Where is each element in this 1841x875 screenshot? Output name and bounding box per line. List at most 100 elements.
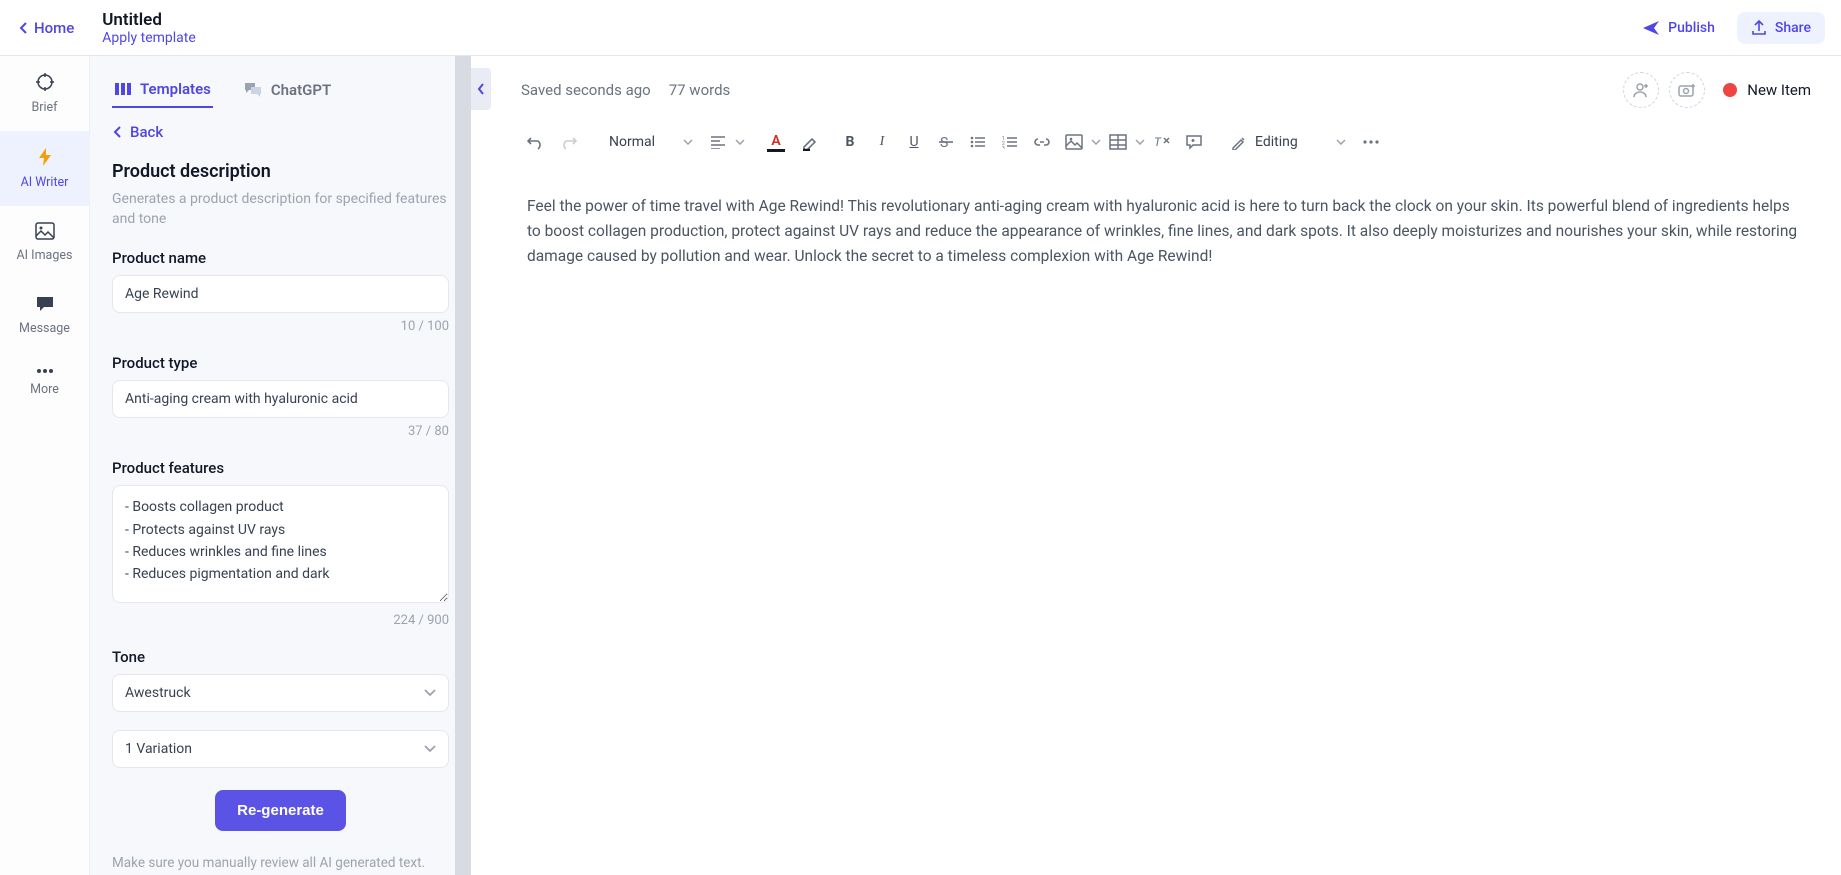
product-type-counter: 37 / 80 [112, 424, 449, 439]
clear-format-icon: T [1153, 134, 1171, 150]
nav-message[interactable]: Message [0, 279, 89, 352]
nav-ai-writer-label: AI Writer [21, 175, 69, 190]
side-scrollbar[interactable] [455, 56, 471, 875]
share-label: Share [1775, 20, 1811, 36]
product-features-input[interactable] [112, 485, 449, 603]
undo-button[interactable] [521, 126, 551, 158]
doc-title[interactable]: Untitled [102, 10, 196, 30]
collapse-sidebar-button[interactable] [471, 68, 491, 110]
editor: Saved seconds ago 77 words New Item [491, 56, 1841, 875]
chevron-left-icon [112, 125, 122, 139]
text-color-button[interactable]: A [759, 126, 793, 158]
templates-icon [114, 81, 132, 97]
bolt-icon [37, 147, 53, 167]
italic-button[interactable]: I [867, 126, 897, 158]
message-icon [35, 295, 55, 313]
chevron-down-icon [683, 139, 693, 145]
nav-more[interactable]: More [0, 352, 89, 413]
save-status: Saved seconds ago [521, 81, 651, 99]
tab-templates-label: Templates [140, 80, 211, 98]
align-button[interactable] [703, 126, 733, 158]
editor-toolbar: Normal A [491, 114, 1841, 170]
highlighter-icon [801, 133, 819, 151]
highlight-button[interactable] [795, 126, 825, 158]
apply-template-link[interactable]: Apply template [102, 30, 196, 46]
product-name-label: Product name [112, 249, 449, 267]
status-dot-icon [1723, 83, 1737, 97]
redo-button[interactable] [553, 126, 583, 158]
back-button[interactable]: Back [112, 123, 449, 141]
chevron-down-icon [1336, 139, 1346, 145]
tone-value: Awestruck [125, 685, 191, 701]
camera-plus-icon [1678, 82, 1696, 98]
numbered-list-icon: 123 [1002, 135, 1018, 149]
image-icon [1065, 134, 1083, 150]
redo-icon [559, 134, 577, 150]
chevron-left-icon [477, 83, 485, 95]
editor-body[interactable]: Feel the power of time travel with Age R… [491, 170, 1841, 292]
more-icon [1362, 139, 1380, 145]
nav-ai-images[interactable]: AI Images [0, 206, 89, 279]
target-icon [35, 72, 55, 92]
side-tabs: Templates ChatGPT [112, 68, 449, 109]
publish-label: Publish [1668, 20, 1715, 36]
product-type-input[interactable] [112, 380, 449, 418]
chevron-down-icon[interactable] [1091, 139, 1101, 145]
paragraph-style-value: Normal [609, 134, 655, 150]
nav-brief-label: Brief [31, 100, 57, 115]
table-insert-button[interactable] [1103, 126, 1133, 158]
panel-title: Product description [112, 161, 449, 182]
regenerate-button[interactable]: Re-generate [215, 790, 346, 831]
send-icon [1642, 20, 1660, 36]
product-features-label: Product features [112, 459, 449, 477]
add-media-button[interactable] [1669, 72, 1705, 108]
tab-chatgpt-label: ChatGPT [271, 81, 331, 99]
link-button[interactable] [1027, 126, 1057, 158]
app-header: Home Untitled Apply template Publish Sha… [0, 0, 1841, 56]
variation-select[interactable]: 1 Variation [112, 730, 449, 768]
chevron-down-icon[interactable] [1135, 139, 1145, 145]
share-button[interactable]: Share [1737, 12, 1825, 44]
paragraph-style-select[interactable]: Normal [601, 130, 701, 154]
title-block: Untitled Apply template [102, 10, 196, 46]
pencil-icon [1231, 134, 1247, 150]
variation-value: 1 Variation [125, 741, 192, 757]
image-insert-button[interactable] [1059, 126, 1089, 158]
tone-select[interactable]: Awestruck [112, 674, 449, 712]
product-name-input[interactable] [112, 275, 449, 313]
publish-button[interactable]: Publish [1628, 12, 1729, 44]
text-color-icon: A [763, 133, 789, 152]
align-left-icon [710, 135, 726, 149]
upload-icon [1751, 20, 1767, 36]
strikethrough-button[interactable]: S [931, 126, 961, 158]
new-item-button[interactable]: New Item [1723, 81, 1811, 99]
image-icon [35, 222, 55, 240]
nav-more-label: More [30, 382, 59, 397]
chevron-down-icon[interactable] [735, 139, 745, 145]
numbered-list-button[interactable]: 123 [995, 126, 1025, 158]
tab-templates[interactable]: Templates [112, 72, 213, 108]
tab-chatgpt[interactable]: ChatGPT [241, 72, 333, 108]
panel-description: Generates a product description for spec… [112, 190, 449, 229]
bullet-list-button[interactable] [963, 126, 993, 158]
bold-button[interactable]: B [835, 126, 865, 158]
chat-icon [243, 81, 263, 99]
comment-icon [1185, 134, 1203, 150]
undo-icon [527, 134, 545, 150]
editing-mode-select[interactable]: Editing [1223, 130, 1354, 154]
nav-ai-writer[interactable]: AI Writer [0, 131, 89, 206]
chevron-left-icon [18, 21, 28, 35]
back-label: Back [130, 123, 163, 141]
side-panel: Templates ChatGPT Back Product descripti… [90, 56, 471, 875]
more-toolbar-button[interactable] [1356, 126, 1386, 158]
chevron-down-icon [424, 689, 436, 697]
nav-ai-images-label: AI Images [17, 248, 73, 263]
comment-button[interactable] [1179, 126, 1209, 158]
bullet-list-icon [970, 135, 986, 149]
clear-formatting-button[interactable]: T [1147, 126, 1177, 158]
home-link[interactable]: Home [8, 13, 84, 43]
underline-button[interactable]: U [899, 126, 929, 158]
table-icon [1109, 134, 1127, 150]
nav-brief[interactable]: Brief [0, 56, 89, 131]
add-collaborator-button[interactable] [1623, 72, 1659, 108]
